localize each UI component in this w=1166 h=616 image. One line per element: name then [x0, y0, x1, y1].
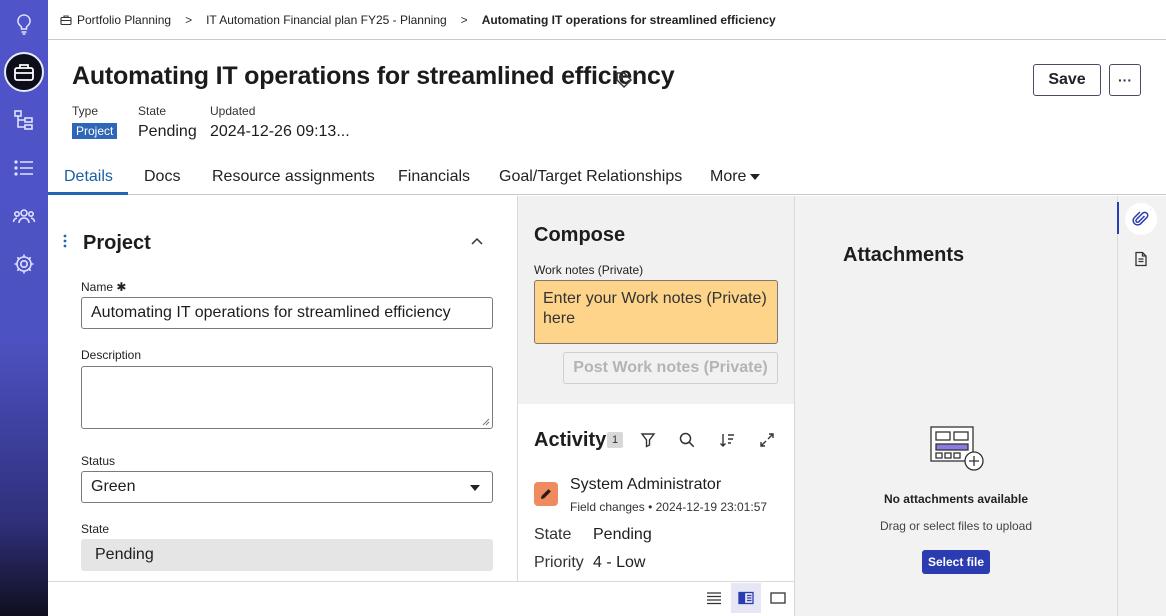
meta-updated: Updated 2024-12-26 09:13...	[210, 104, 350, 141]
list-icon[interactable]	[4, 148, 44, 188]
activity-field-value: 4 - Low	[593, 554, 646, 571]
status-label: Status	[81, 454, 116, 468]
work-notes-input[interactable]: Enter your Work notes (Private) here	[534, 280, 778, 344]
meta-updated-value: 2024-12-26 09:13...	[210, 123, 350, 140]
status-value: Green	[91, 478, 136, 495]
post-work-notes-button[interactable]: Post Work notes (Private)	[563, 352, 778, 384]
resize-handle-icon[interactable]	[482, 418, 490, 426]
view-toolbar	[48, 581, 794, 616]
activity-type: Field changes	[570, 500, 645, 514]
chevron-up-icon[interactable]	[469, 233, 485, 249]
chevron-right-icon: >	[185, 12, 193, 27]
chevron-right-icon: >	[460, 12, 468, 27]
side-active-indicator	[1117, 202, 1119, 234]
pencil-icon	[541, 489, 551, 499]
save-button[interactable]: Save	[1033, 64, 1101, 96]
name-label: Name ✱	[81, 280, 126, 294]
name-field[interactable]: Automating IT operations for streamlined…	[81, 297, 493, 329]
section-title: Project	[83, 232, 151, 254]
status-select[interactable]: Green	[81, 471, 493, 503]
avatar	[534, 482, 558, 506]
sort-icon[interactable]	[718, 431, 736, 449]
caret-down-icon	[470, 485, 480, 491]
activity-field-name: Priority	[534, 554, 584, 571]
meta-updated-label: Updated	[210, 104, 256, 118]
gear-icon[interactable]	[4, 244, 44, 284]
tag-icon[interactable]	[614, 70, 634, 90]
more-actions-button[interactable]: ···	[1109, 64, 1141, 96]
state-field-readonly: Pending	[81, 539, 493, 571]
attachments-title: Attachments	[843, 244, 965, 266]
tab-more[interactable]: More	[710, 168, 761, 186]
active-tab-indicator	[48, 192, 128, 195]
tab-docs[interactable]: Docs	[144, 168, 180, 186]
filter-icon[interactable]	[639, 431, 657, 449]
type-badge: Project	[72, 123, 118, 139]
meta-state-label: State	[138, 104, 167, 118]
tab-financials[interactable]: Financials	[398, 168, 470, 186]
left-nav-rail	[0, 0, 48, 616]
hierarchy-icon[interactable]	[4, 100, 44, 140]
breadcrumb-item-current: Automating IT operations for streamlined…	[481, 12, 776, 27]
page-title: Automating IT operations for streamlined…	[72, 62, 675, 90]
description-label: Description	[81, 348, 142, 362]
tab-resource-assignments[interactable]: Resource assignments	[212, 168, 375, 186]
search-icon[interactable]	[678, 431, 696, 449]
work-notes-label: Work notes (Private)	[534, 263, 644, 277]
app-root: Portfolio Planning > IT Automation Finan…	[0, 0, 1166, 616]
breadcrumb: Portfolio Planning > IT Automation Finan…	[48, 0, 1166, 40]
meta-state-value: Pending	[138, 123, 197, 140]
lightbulb-icon[interactable]	[4, 4, 44, 44]
meta-type-label: Type	[72, 104, 99, 118]
tab-bar: Details Docs Resource assignments Financ…	[48, 160, 1166, 195]
breadcrumb-item-portfolio[interactable]: Portfolio Planning	[60, 13, 171, 27]
tab-details[interactable]: Details	[64, 168, 113, 186]
activity-field-name: State	[534, 526, 572, 543]
compact-list-icon[interactable]	[699, 583, 729, 613]
activity-user[interactable]: System Administrator	[570, 476, 721, 494]
briefcase-icon[interactable]	[4, 52, 44, 92]
no-attachments-text: No attachments available	[883, 492, 1029, 506]
name-label-text: Name	[81, 280, 114, 294]
meta-type: Type Project	[72, 104, 118, 139]
activity-title: Activity	[534, 429, 607, 451]
activity-field-value: Pending	[593, 526, 652, 543]
upload-hint-text: Drag or select files to upload	[879, 519, 1033, 533]
empty-attachments-icon	[930, 426, 984, 471]
tab-goal-target-relationships[interactable]: Goal/Target Relationships	[499, 168, 682, 186]
document-icon[interactable]	[1125, 243, 1157, 275]
split-view-icon[interactable]	[731, 583, 761, 613]
select-file-button[interactable]: Select file	[922, 550, 990, 574]
paperclip-icon[interactable]	[1125, 203, 1157, 235]
meta-state: State Pending	[138, 104, 197, 141]
expand-icon[interactable]	[758, 431, 776, 449]
breadcrumb-label: Portfolio Planning	[77, 12, 172, 27]
kebab-menu-icon[interactable]	[62, 234, 68, 248]
description-field[interactable]	[81, 366, 493, 429]
team-icon[interactable]	[4, 196, 44, 236]
state-label: State	[81, 522, 110, 536]
tab-more-label: More	[710, 168, 747, 185]
caret-down-icon	[750, 173, 761, 180]
bullet-separator: •	[648, 500, 656, 514]
single-view-icon[interactable]	[763, 583, 793, 613]
breadcrumb-item-financial-plan[interactable]: IT Automation Financial plan FY25 - Plan…	[206, 13, 447, 27]
compose-title: Compose	[534, 224, 626, 246]
activity-subline: Field changes • 2024-12-19 23:01:57	[570, 500, 767, 514]
required-icon: ✱	[116, 280, 127, 294]
activity-count-badge: 1	[607, 432, 623, 448]
folder-icon	[60, 14, 72, 25]
activity-timestamp: 2024-12-19 23:01:57	[655, 500, 768, 514]
